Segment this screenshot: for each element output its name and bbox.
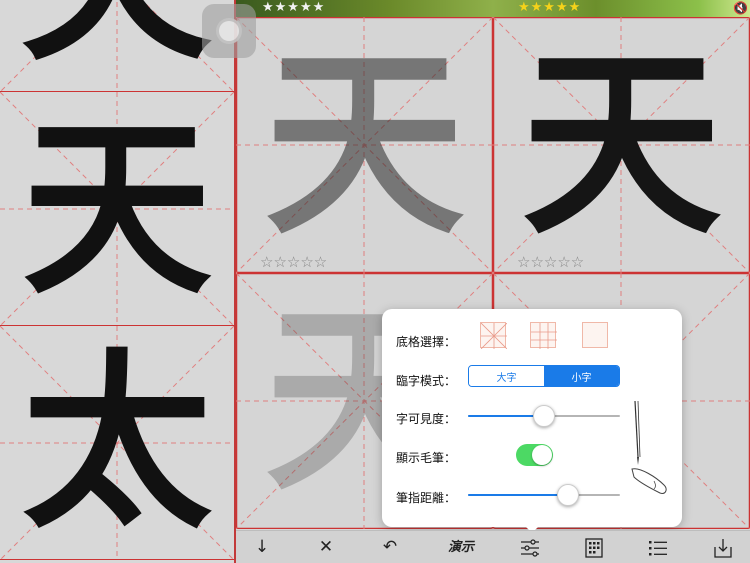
reference-character: 天 — [21, 97, 212, 320]
toggle-knob — [532, 445, 552, 465]
score-stars-left: ★★★★★ — [262, 0, 326, 15]
close-icon: ✕ — [318, 537, 334, 557]
bottom-toolbar: ↓ ✕ ↶ 演示 — [236, 530, 750, 563]
finger-distance-slider[interactable] — [468, 483, 620, 507]
show-brush-toggle[interactable] — [516, 444, 553, 466]
copy-mode-large-option[interactable]: 大字 — [469, 366, 544, 386]
practice-character: 天 — [264, 27, 465, 262]
settings-popover: 底格選擇： 臨字模式： 大字 小字 字可見度： 顯示毛筆： 筆指距離： — [382, 309, 682, 527]
visibility-slider[interactable] — [468, 404, 620, 428]
practice-cell[interactable]: 天 ☆☆☆☆☆ — [236, 17, 493, 273]
sliders-icon — [521, 538, 539, 557]
slider-fill — [468, 494, 569, 496]
assistive-touch-button[interactable] — [202, 4, 256, 58]
finger-distance-label: 筆指距離： — [396, 491, 457, 505]
demo-button[interactable]: 演示 — [439, 531, 483, 563]
practice-cell[interactable]: 天 ☆☆☆☆☆ — [493, 17, 750, 273]
score-stars-right: ★★★★★ — [518, 0, 582, 15]
reference-cell[interactable]: 太 — [0, 326, 234, 560]
tian-grid-icon — [531, 323, 557, 349]
undo-button[interactable]: ↶ — [370, 531, 410, 563]
reference-cell[interactable]: 夭 — [0, 0, 234, 92]
cell-rating-stars: ☆☆☆☆☆ — [260, 253, 328, 271]
brush-finger-illustration — [631, 400, 667, 494]
slider-knob[interactable] — [533, 405, 555, 427]
practice-character: 天 — [521, 27, 722, 262]
copy-mode-segmented-control: 大字 小字 — [468, 365, 620, 387]
reference-column: 夭 天 太 — [0, 0, 236, 563]
show-brush-label: 顯示毛筆： — [396, 451, 457, 465]
undo-icon: ↶ — [382, 537, 398, 557]
download-icon — [714, 538, 732, 558]
mi-grid-icon — [481, 323, 507, 349]
down-arrow-button[interactable]: ↓ — [242, 531, 282, 563]
app-screen: 夭 天 太 ★★★★★ ★★★★★ 🔇 — [0, 0, 750, 563]
grid-option-tian[interactable] — [530, 322, 557, 349]
reference-cell[interactable]: 天 — [0, 92, 234, 326]
cell-rating-stars: ☆☆☆☆☆ — [517, 253, 585, 271]
settings-button[interactable] — [510, 531, 550, 563]
clear-button[interactable]: ✕ — [306, 531, 346, 563]
slider-knob[interactable] — [557, 484, 580, 506]
top-banner: ★★★★★ ★★★★★ 🔇 — [236, 0, 750, 17]
grid-dots-icon — [585, 537, 603, 558]
copy-mode-small-option[interactable]: 小字 — [544, 366, 619, 386]
reference-character: 太 — [21, 331, 212, 554]
list-button[interactable] — [638, 531, 678, 563]
speaker-mute-icon[interactable]: 🔇 — [733, 1, 748, 15]
assistive-touch-icon — [216, 18, 242, 44]
copy-mode-label: 臨字模式： — [396, 374, 457, 388]
reference-character: 夭 — [0, 0, 234, 92]
down-arrow-icon: ↓ — [254, 537, 270, 557]
grid-view-button[interactable] — [574, 531, 614, 563]
grid-option-mi[interactable] — [480, 322, 507, 349]
visibility-label: 字可見度： — [396, 412, 457, 426]
grid-select-label: 底格選擇： — [396, 335, 457, 349]
list-icon — [649, 540, 667, 555]
save-button[interactable] — [703, 531, 743, 563]
grid-option-blank[interactable] — [582, 322, 608, 348]
demo-label: 演示 — [447, 540, 474, 555]
